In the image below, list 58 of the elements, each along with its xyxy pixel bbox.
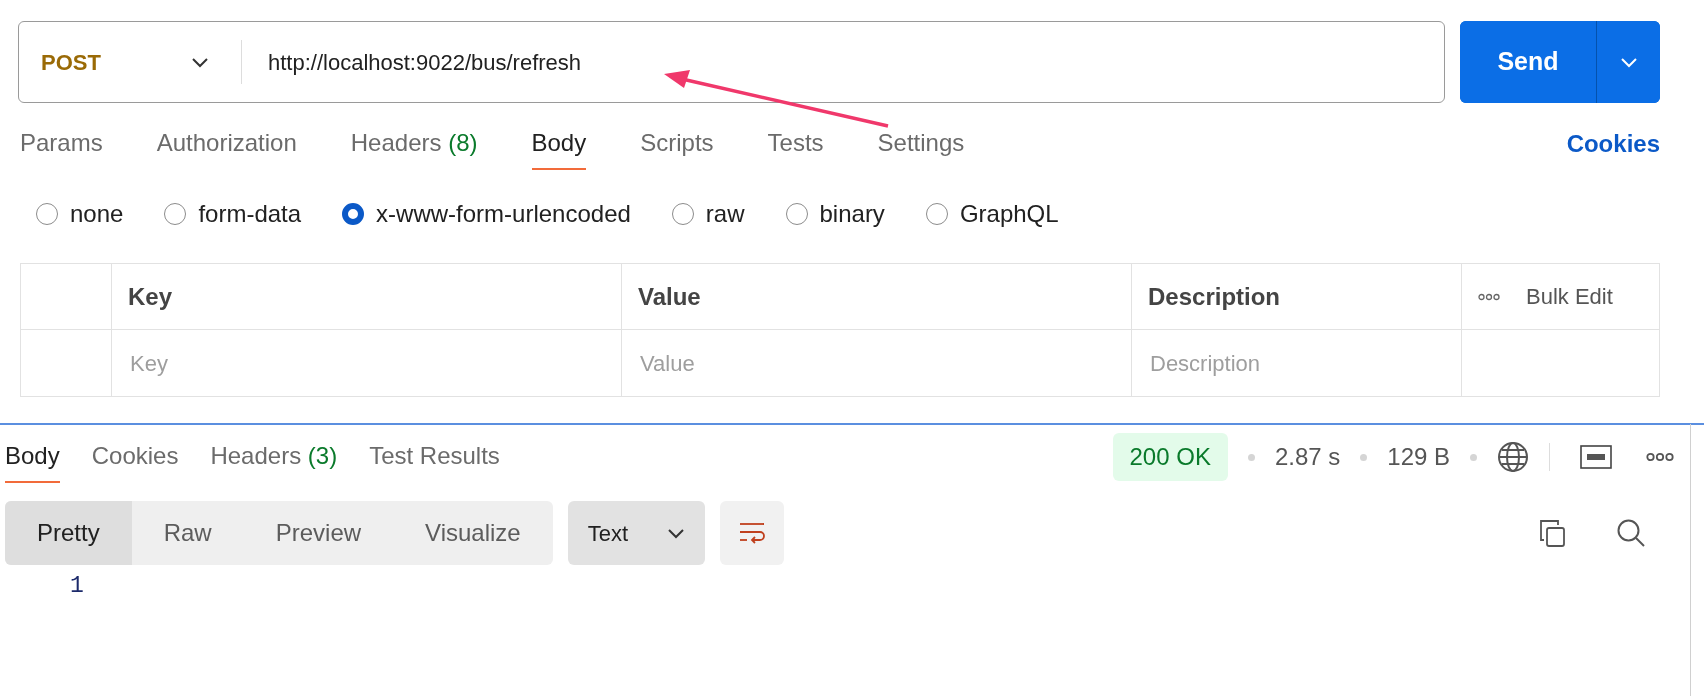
line-number: 1	[70, 572, 85, 601]
more-icon	[1478, 292, 1500, 301]
wrap-icon	[737, 521, 766, 545]
separator-dot	[1360, 453, 1368, 461]
tab[interactable]: Settings	[877, 118, 965, 170]
view-tab[interactable]: Pretty	[5, 501, 132, 565]
radio-option[interactable]: form-data	[164, 196, 302, 232]
tab[interactable]: Body	[5, 431, 60, 483]
radio-option[interactable]: raw	[671, 196, 745, 232]
radio-option[interactable]: binary	[785, 196, 885, 232]
tab[interactable]: Headers (3)	[210, 431, 338, 483]
radio-button[interactable]	[36, 203, 58, 225]
chevron-down-icon	[191, 56, 209, 68]
cookies-link[interactable]: Cookies	[1566, 126, 1660, 162]
more-icon[interactable]	[1646, 452, 1674, 462]
radio-option[interactable]: GraphQL	[925, 196, 1059, 232]
radio-button[interactable]	[671, 203, 694, 225]
tab[interactable]: Scripts	[640, 118, 714, 170]
method-label: POST	[41, 48, 101, 77]
view-tab[interactable]: Visualize	[393, 501, 553, 565]
value-field[interactable]: Value	[638, 345, 1115, 381]
tab[interactable]: Test Results	[369, 431, 500, 483]
search-icon[interactable]	[1616, 518, 1646, 548]
radio-button[interactable]	[342, 203, 365, 225]
tab[interactable]: Headers (8)	[350, 118, 478, 170]
radio-button[interactable]	[925, 203, 948, 225]
bulk-edit-button[interactable]: Bulk Edit	[1478, 280, 1613, 313]
wrap-lines-button[interactable]	[719, 501, 784, 565]
status-badge: 200 OK	[1112, 433, 1228, 481]
radio-button[interactable]	[164, 203, 187, 225]
method-dropdown[interactable]: POST	[19, 22, 241, 102]
description-field[interactable]: Description	[1148, 345, 1445, 381]
radio-button[interactable]	[785, 203, 808, 225]
key-field[interactable]: Key	[128, 345, 605, 381]
tab[interactable]: Body	[531, 118, 587, 170]
column-header: Description	[1132, 264, 1462, 330]
send-button[interactable]: Send	[1460, 21, 1596, 103]
example-icon[interactable]	[1580, 445, 1612, 469]
tab[interactable]: Cookies	[91, 431, 179, 483]
copy-icon[interactable]	[1538, 518, 1566, 548]
url-field[interactable]: POST http://localhost:9022/bus/refresh	[18, 21, 1445, 103]
radio-option[interactable]: x-www-form-urlencoded	[342, 196, 631, 232]
response-size: 129 B	[1387, 442, 1450, 472]
tab[interactable]: Tests	[767, 118, 824, 170]
view-tab[interactable]: Preview	[243, 501, 394, 565]
separator-dot	[1470, 453, 1477, 461]
tab[interactable]: Params	[20, 118, 103, 170]
view-tab[interactable]: Raw	[131, 501, 244, 565]
column-header: Key	[112, 264, 622, 330]
globe-icon[interactable]	[1497, 441, 1529, 473]
radio-option[interactable]: none	[36, 196, 124, 232]
column-header: Value	[622, 264, 1132, 330]
response-time: 2.87 s	[1274, 442, 1341, 472]
tab[interactable]: Authorization	[156, 118, 297, 170]
chevron-down-icon	[666, 527, 685, 539]
separator-dot	[1247, 453, 1255, 461]
format-dropdown[interactable]: Text	[567, 501, 705, 565]
chevron-down-icon	[1619, 56, 1638, 68]
